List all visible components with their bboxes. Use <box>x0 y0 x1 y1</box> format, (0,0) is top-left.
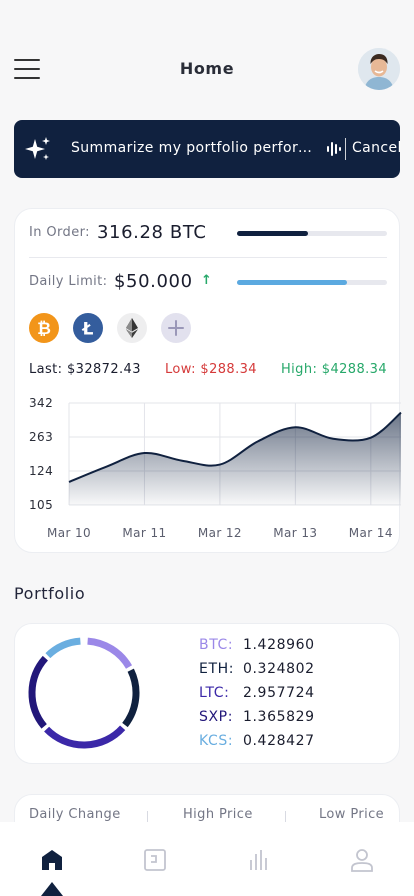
in-order-progress <box>237 231 387 236</box>
donut-segment <box>122 668 140 728</box>
y-tick-label: 105 <box>29 498 53 512</box>
page-title: Home <box>179 59 235 78</box>
daily-limit-progress-fill <box>237 280 347 285</box>
ai-summary-bar[interactable]: Summarize my portfolio performance Cance… <box>14 120 402 178</box>
legend-symbol: ETH: <box>199 661 235 677</box>
home-icon[interactable] <box>38 846 66 874</box>
litecoin-icon[interactable]: Ł <box>73 313 103 343</box>
profile-icon[interactable] <box>348 846 376 874</box>
market-card: In Order: 316.28 BTC Daily Limit: $50.00… <box>14 208 402 553</box>
portfolio-card: BTC: 1.428960 ETH: 0.324802 LTC: 2.957724 SXP:… <box>14 623 400 764</box>
donut-segment <box>45 637 81 659</box>
x-tick-label: Mar 12 <box>198 526 242 540</box>
ai-prompt-text[interactable]: Summarize my portfolio performance <box>71 140 316 156</box>
arrow-up-icon: ↑ <box>201 273 212 288</box>
x-tick-label: Mar 14 <box>349 526 393 540</box>
legend-amount: 2.957724 <box>243 685 315 701</box>
high-price-label: High Price <box>183 807 253 822</box>
x-tick-label: Mar 11 <box>122 526 166 540</box>
legend-item: BTC: 1.428960 <box>199 637 315 653</box>
add-coin-icon[interactable] <box>161 313 191 343</box>
wallet-icon[interactable] <box>141 846 169 874</box>
last-price: Last: $32872.43 <box>29 362 141 377</box>
in-order-label: In Order: <box>29 225 90 240</box>
legend-symbol: LTC: <box>199 685 230 701</box>
daily-limit-value: $50.000 <box>114 271 193 292</box>
portfolio-donut-chart <box>28 637 140 749</box>
x-tick-label: Mar 10 <box>47 526 91 540</box>
price-chart: 342 263 124 105 Mar 10 Mar 11 Mar 12 Mar 13 Mar… <box>29 396 402 540</box>
y-tick-label: 342 <box>29 396 53 410</box>
in-order-value: 316.28 BTC <box>97 222 207 243</box>
daily-change-label: Daily Change <box>29 807 121 822</box>
legend-amount: 1.428960 <box>243 637 315 653</box>
legend-item: KCS: 0.428427 <box>199 733 315 749</box>
in-order-progress-fill <box>237 231 308 236</box>
legend-symbol: SXP: <box>199 709 234 725</box>
active-tab-indicator <box>41 882 63 896</box>
daily-limit-label: Daily Limit: <box>29 274 108 289</box>
low-price: Low: $288.34 <box>165 362 257 377</box>
donut-segment <box>44 725 126 749</box>
low-price-label: Low Price <box>319 807 385 822</box>
donut-segment <box>28 655 49 729</box>
divider <box>29 257 387 258</box>
legend-amount: 0.428427 <box>243 733 315 749</box>
bitcoin-icon[interactable]: ₿ <box>29 313 59 343</box>
divider <box>345 138 346 160</box>
y-tick-label: 263 <box>29 430 53 444</box>
legend-item: ETH: 0.324802 <box>199 661 315 677</box>
legend-symbol: KCS: <box>199 733 234 749</box>
avatar[interactable] <box>358 48 400 90</box>
svg-text:Ł: Ł <box>82 320 94 340</box>
section-title: Portfolio <box>14 584 86 603</box>
ethereum-icon[interactable] <box>117 313 147 343</box>
voice-wave-icon[interactable] <box>327 141 341 157</box>
legend-item: SXP: 1.365829 <box>199 709 315 725</box>
svg-text:₿: ₿ <box>37 319 51 339</box>
high-price: High: $4288.34 <box>281 362 388 377</box>
legend-symbol: BTC: <box>199 637 234 653</box>
market-icon[interactable] <box>245 846 273 874</box>
y-tick-label: 124 <box>29 464 53 478</box>
cancel-button[interactable]: Cancel <box>352 140 402 156</box>
chart-area <box>69 412 401 505</box>
legend-amount: 1.365829 <box>243 709 315 725</box>
donut-segment <box>87 637 133 669</box>
header: Home <box>0 44 414 94</box>
legend-item: LTC: 2.957724 <box>199 685 315 701</box>
sparkle-icon <box>25 137 50 160</box>
daily-limit-progress <box>237 280 387 285</box>
legend-amount: 0.324802 <box>243 661 315 677</box>
x-tick-label: Mar 13 <box>273 526 317 540</box>
